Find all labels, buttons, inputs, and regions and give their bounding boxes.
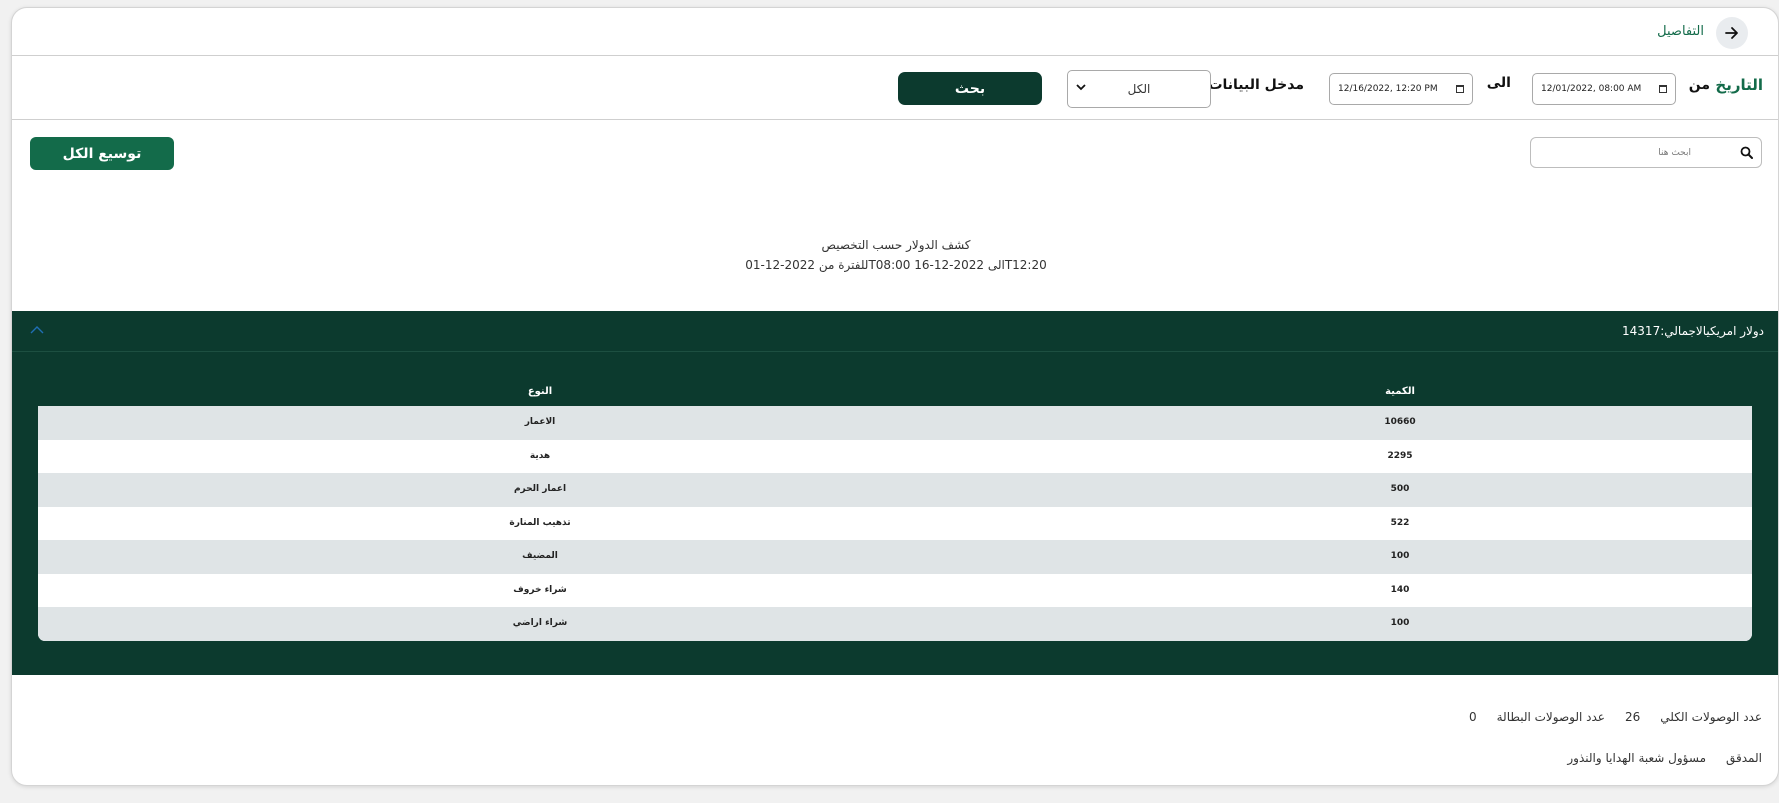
search-placeholder: ابحث هنا [1658,147,1691,158]
date-label: التاريخ [1715,76,1763,94]
cell-quantity: 522 [1390,517,1410,528]
chevron-down-icon [1076,84,1086,91]
report-period: للفترة من 2022-12-01T08:00 الى 2022-12-1… [745,258,1047,272]
total-receipts-label: عدد الوصولات الكلي [1660,710,1762,724]
data-entry-selected: الكل [1127,82,1151,96]
cell-type: تذهيب المنارة [509,517,571,528]
data-entry-select[interactable]: الكل [1067,70,1211,108]
receipts-summary: عدد الوصولات الكلي 26 عدد الوصولات البطا… [1469,710,1762,724]
cell-type: شراء خروف [513,584,567,595]
calendar-icon [1456,85,1464,93]
auditor-label: المدقق [1726,751,1762,765]
expand-all-button[interactable]: توسيع الكل [30,137,174,170]
currency-section: دولار امريكيالاجمالي:14317 الكمية النوع … [12,311,1778,675]
table-row: 100 المضيف [38,540,1752,574]
report-card: التفاصيل التاريخ من 12/01/2022, 08:00 AM… [11,7,1779,786]
to-datetime-value: 12/16/2022, 12:20 PM [1338,84,1438,94]
search-button[interactable]: بحث [898,72,1042,105]
top-bar: التفاصيل [12,8,1778,56]
chevron-up-icon[interactable] [30,325,44,335]
column-header-type: النوع [527,386,553,397]
cell-type: اعمار الحرم [513,484,567,494]
from-label: من [1688,77,1710,93]
cell-quantity: 100 [1390,618,1410,628]
arrow-right-icon [1725,27,1738,39]
cell-type: هدية [529,450,551,461]
cell-quantity: 140 [1390,584,1410,595]
section-header[interactable]: دولار امريكيالاجمالي:14317 [12,311,1778,352]
section-title: دولار امريكيالاجمالي:14317 [1622,324,1764,338]
calendar-icon [1659,85,1667,93]
cell-quantity: 100 [1390,551,1410,561]
from-datetime-value: 12/01/2022, 08:00 AM [1541,84,1642,94]
to-datetime-input[interactable]: 12/16/2022, 12:20 PM [1329,73,1473,105]
table-row: 500 اعمار الحرم [38,473,1752,507]
auditor-value: مسؤول شعبة الهدايا والنذور [1567,751,1707,765]
allocation-table: الكمية النوع 10660 الاعمار 2295 هدية 500… [38,379,1752,641]
cell-quantity: 2295 [1387,450,1413,461]
cell-type: المضيف [522,551,558,561]
report-title: كشف الدولار حسب التخصيص [821,238,971,252]
cell-quantity: 10660 [1384,417,1416,427]
table-row: 522 تذهيب المنارة [38,506,1752,540]
details-link[interactable]: التفاصيل [1657,24,1704,39]
cell-quantity: 500 [1390,484,1410,494]
auditor-line: المدقق مسؤول شعبة الهدايا والنذور [1567,751,1762,765]
filter-bar: التاريخ من 12/01/2022, 08:00 AM الى 12/1… [12,56,1778,120]
total-receipts-value: 26 [1624,710,1641,724]
column-header-quantity: الكمية [1385,386,1415,397]
search-icon [1740,146,1753,159]
table-header: الكمية النوع [38,379,1752,406]
data-entry-label: مدخل البيانات [1208,77,1304,93]
table-row: 100 شراء اراضي [38,607,1752,641]
table-row: 10660 الاعمار [38,406,1752,440]
table-row: 140 شراء خروف [38,573,1752,607]
search-input[interactable]: ابحث هنا [1530,137,1762,168]
back-button[interactable] [1716,17,1748,49]
void-receipts-value: 0 [1468,710,1477,724]
table-body: 10660 الاعمار 2295 هدية 500 اعمار الحرم … [38,406,1752,641]
to-label: الى [1486,75,1511,91]
table-row: 2295 هدية [38,439,1752,473]
void-receipts-label: عدد الوصولات البطالة [1496,710,1605,724]
cell-type: الاعمار [524,417,556,427]
from-datetime-input[interactable]: 12/01/2022, 08:00 AM [1532,73,1676,105]
cell-type: شراء اراضي [512,618,568,628]
